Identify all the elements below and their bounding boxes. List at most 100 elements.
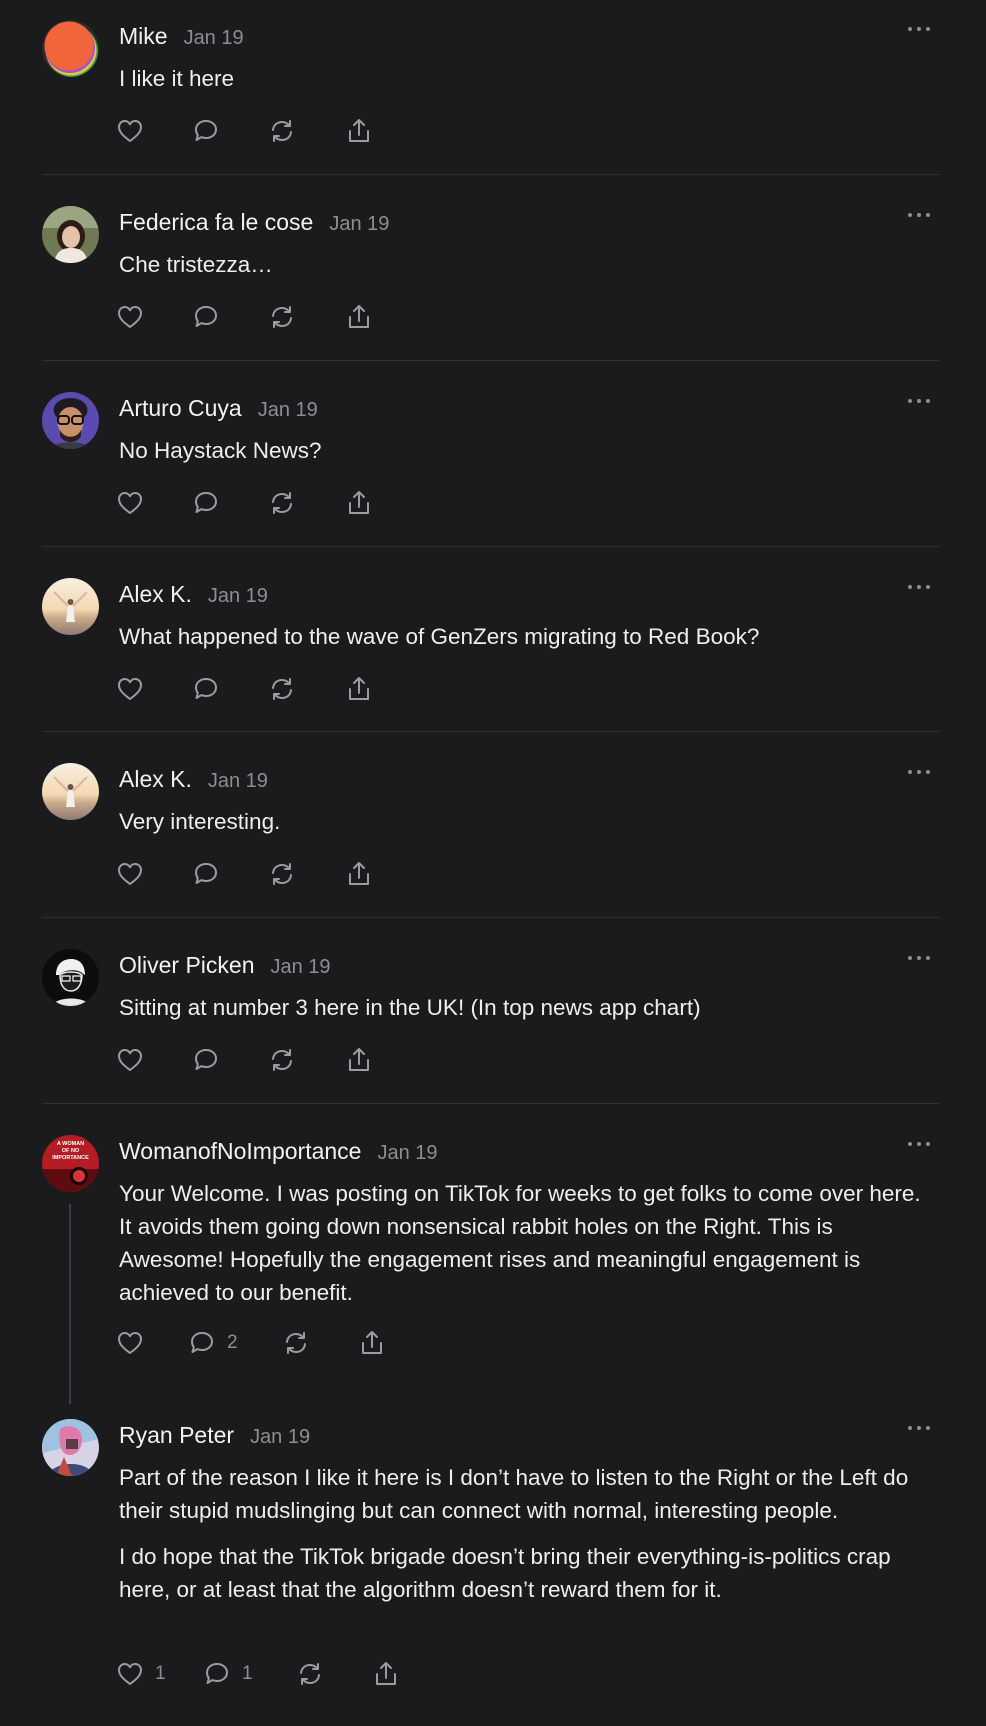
repost-icon [272, 120, 292, 142]
like-button[interactable]: 1 [114, 1657, 201, 1691]
comment-icon [191, 1332, 213, 1353]
post-body: I like it here [119, 62, 939, 95]
repost-icon [272, 492, 292, 514]
author-name[interactable]: Alex K. [119, 766, 192, 793]
avatar[interactable] [42, 20, 99, 77]
repost-button[interactable] [266, 114, 343, 148]
avatar[interactable] [42, 578, 99, 635]
comment-icon [195, 863, 217, 884]
repost-button[interactable] [266, 486, 343, 520]
share-button[interactable] [343, 857, 375, 891]
post-body: Sitting at number 3 here in the UK! (In … [119, 991, 939, 1024]
author-name[interactable]: Arturo Cuya [119, 395, 242, 422]
post-date[interactable]: Jan 19 [184, 27, 244, 50]
reply-count: 2 [227, 1332, 238, 1353]
repost-icon [272, 1049, 292, 1071]
book-title-line: OF NO [62, 1148, 80, 1154]
author-name[interactable]: Alex K. [119, 581, 192, 608]
reply-button[interactable]: 2 [186, 1326, 280, 1360]
author-name[interactable]: Federica fa le cose [119, 209, 313, 236]
repost-button[interactable] [294, 1657, 370, 1691]
avatar[interactable] [42, 763, 99, 820]
share-button[interactable] [343, 300, 375, 334]
divider [42, 360, 940, 361]
divider [42, 1103, 940, 1104]
post-actions: 2 [114, 1326, 388, 1360]
heart-icon [118, 678, 142, 700]
repost-icon [300, 1663, 320, 1685]
more-options-icon[interactable] [904, 1135, 934, 1153]
divider [42, 917, 940, 918]
post-date[interactable]: Jan 19 [208, 585, 268, 608]
repost-icon [272, 306, 292, 328]
share-button[interactable] [343, 672, 375, 706]
like-button[interactable] [114, 1326, 186, 1360]
more-options-icon[interactable] [904, 392, 934, 410]
like-count: 1 [155, 1663, 166, 1684]
more-options-icon[interactable] [904, 949, 934, 967]
post-date[interactable]: Jan 19 [208, 770, 268, 793]
like-button[interactable] [114, 114, 190, 148]
repost-button[interactable] [266, 1043, 343, 1077]
post-date[interactable]: Jan 19 [329, 213, 389, 236]
post-paragraph: I do hope that the TikTok brigade doesn’… [119, 1544, 891, 1602]
post-body: What happened to the wave of GenZers mig… [119, 620, 939, 653]
more-options-icon[interactable] [904, 1419, 934, 1437]
post-actions [114, 857, 375, 891]
author-name[interactable]: WomanofNoImportance [119, 1138, 361, 1165]
like-button[interactable] [114, 1043, 190, 1077]
post-date[interactable]: Jan 19 [270, 956, 330, 979]
post-date[interactable]: Jan 19 [250, 1426, 310, 1449]
more-options-icon[interactable] [904, 206, 934, 224]
author-name[interactable]: Mike [119, 23, 168, 50]
like-button[interactable] [114, 300, 190, 334]
reply-button[interactable] [190, 486, 266, 520]
avatar[interactable]: A WOMAN OF NO IMPORTANCE [42, 1135, 99, 1192]
comment-icon [206, 1663, 228, 1684]
like-button[interactable] [114, 486, 190, 520]
reply-button[interactable]: 1 [201, 1657, 294, 1691]
share-icon [349, 491, 369, 514]
comment-icon [195, 492, 217, 513]
reply-button[interactable] [190, 300, 266, 334]
post-date[interactable]: Jan 19 [258, 399, 318, 422]
heart-icon [118, 1332, 142, 1354]
share-button[interactable] [343, 486, 375, 520]
heart-icon [118, 863, 142, 885]
post-body: Very interesting. [119, 805, 939, 838]
like-button[interactable] [114, 857, 190, 891]
post-actions: 1 1 [114, 1657, 402, 1691]
share-button[interactable] [343, 1043, 375, 1077]
author-name[interactable]: Oliver Picken [119, 952, 254, 979]
repost-button[interactable] [280, 1326, 356, 1360]
avatar[interactable] [42, 949, 99, 1006]
reply-button[interactable] [190, 114, 266, 148]
post-actions [114, 114, 375, 148]
share-button[interactable] [356, 1326, 388, 1360]
more-options-icon[interactable] [904, 578, 934, 596]
repost-button[interactable] [266, 672, 343, 706]
post-body: No Haystack News? [119, 434, 939, 467]
share-button[interactable] [343, 114, 375, 148]
post-date[interactable]: Jan 19 [377, 1142, 437, 1165]
like-button[interactable] [114, 672, 190, 706]
reply-button[interactable] [190, 672, 266, 706]
share-button[interactable] [370, 1657, 402, 1691]
repost-button[interactable] [266, 300, 343, 334]
avatar[interactable] [42, 392, 99, 449]
share-icon [362, 1331, 382, 1354]
author-name[interactable]: Ryan Peter [119, 1422, 234, 1449]
reply-count: 1 [242, 1663, 253, 1684]
divider [42, 174, 940, 175]
more-options-icon[interactable] [904, 763, 934, 781]
more-options-icon[interactable] [904, 20, 934, 38]
share-icon [376, 1662, 396, 1685]
reply-button[interactable] [190, 857, 266, 891]
avatar[interactable] [42, 206, 99, 263]
post-body: Part of the reason I like it here is I d… [119, 1461, 939, 1606]
repost-button[interactable] [266, 857, 343, 891]
comment-icon [195, 678, 217, 699]
share-icon [349, 1048, 369, 1071]
avatar[interactable] [42, 1419, 99, 1476]
reply-button[interactable] [190, 1043, 266, 1077]
